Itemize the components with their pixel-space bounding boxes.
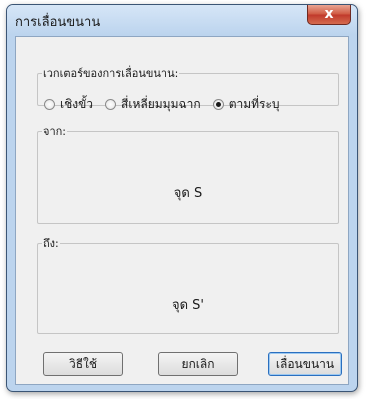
help-button[interactable]: วิธีใช้: [43, 352, 123, 376]
from-group: จาก: จุด S: [37, 122, 339, 224]
vector-type-group: เวกเตอร์ของการเลื่อนขนาน: เชิงขั้ว สี่เห…: [37, 64, 339, 111]
cancel-button[interactable]: ยกเลิก: [158, 352, 238, 376]
radio-polar-label[interactable]: เชิงขั้ว: [60, 95, 93, 114]
dialog-window: การเลื่อนขนาน x เวกเตอร์ของการเลื่อนขนาน…: [6, 4, 358, 392]
radio-rectangular-indicator[interactable]: [105, 99, 117, 110]
from-point-value[interactable]: จุด S: [38, 182, 338, 203]
to-point-value[interactable]: จุด S': [38, 294, 338, 315]
vector-type-options: เชิงขั้ว สี่เหลี่ยมมุมฉาก ตามที่ระบุ: [44, 95, 292, 114]
from-legend: จาก:: [43, 125, 66, 138]
radio-polar[interactable]: เชิงขั้ว: [44, 95, 93, 114]
close-button[interactable]: x: [307, 5, 351, 25]
radio-polar-indicator[interactable]: [44, 99, 55, 110]
window-title: การเลื่อนขนาน: [15, 15, 101, 30]
close-icon: x: [324, 6, 334, 22]
to-group: ถึง: จุด S': [37, 234, 339, 334]
dialog-body: เวกเตอร์ของการเลื่อนขนาน: เชิงขั้ว สี่เห…: [15, 36, 349, 385]
translate-button[interactable]: เลื่อนขนาน: [268, 352, 342, 376]
radio-rectangular-label[interactable]: สี่เหลี่ยมมุมฉาก: [121, 95, 201, 114]
radio-specified-indicator[interactable]: [212, 99, 224, 110]
radio-rectangular[interactable]: สี่เหลี่ยมมุมฉาก: [105, 95, 201, 114]
radio-specified[interactable]: ตามที่ระบุ: [212, 95, 280, 114]
to-legend: ถึง:: [43, 237, 59, 250]
title-bar[interactable]: การเลื่อนขนาน x: [7, 5, 357, 35]
vector-type-legend: เวกเตอร์ของการเลื่อนขนาน:: [43, 67, 179, 80]
radio-specified-label[interactable]: ตามที่ระบุ: [229, 95, 280, 114]
